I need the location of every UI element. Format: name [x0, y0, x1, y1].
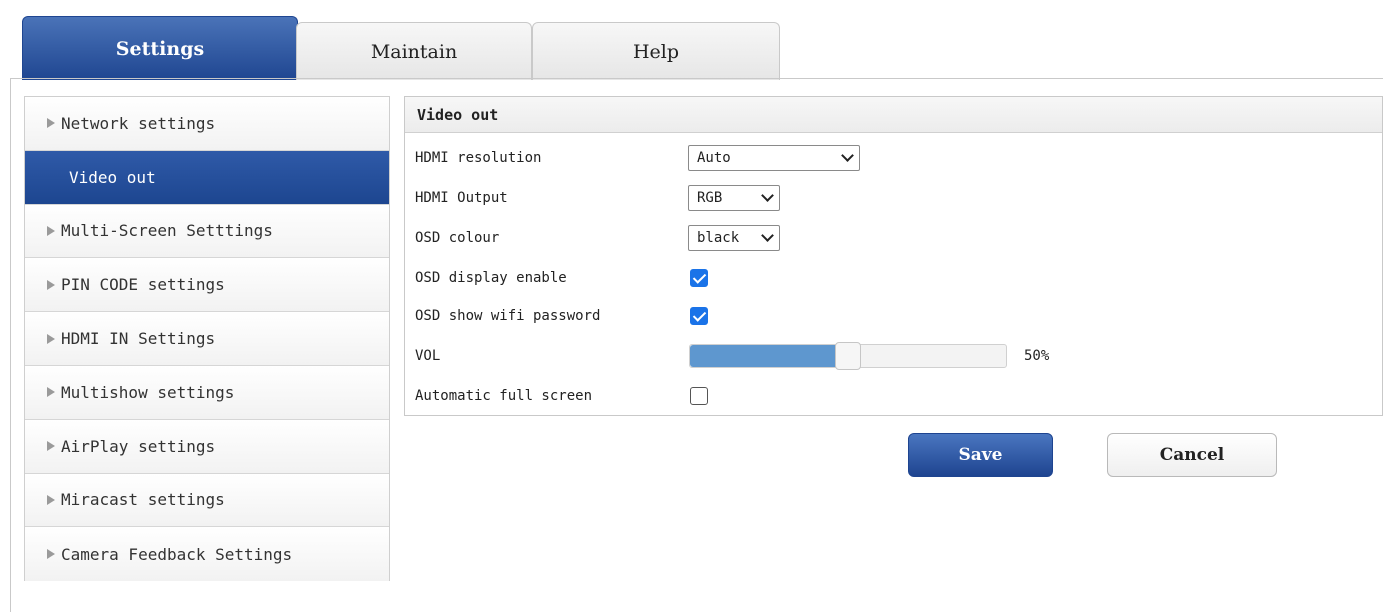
tab-bar: Settings Maintain Help [0, 0, 1383, 80]
sidebar-item-label: Miracast settings [61, 490, 225, 510]
osd-colour-select[interactable]: black [688, 225, 780, 251]
osd-show-wifi-password-checkbox[interactable] [690, 307, 708, 325]
hdmi-resolution-row: HDMI resolution Auto [405, 139, 1382, 177]
caret-right-icon [47, 387, 55, 398]
sidebar-item-network-settings[interactable]: Network settings [25, 97, 389, 151]
automatic-full-screen-row: Automatic full screen [405, 377, 1382, 415]
sidebar-item-multishow-settings[interactable]: Multishow settings [25, 365, 389, 420]
vol-row: VOL 50% [405, 337, 1382, 375]
tab-help[interactable]: Help [532, 22, 780, 80]
osd-display-enable-checkbox[interactable] [690, 269, 708, 287]
caret-right-icon [47, 549, 55, 560]
sidebar-item-miracast-settings[interactable]: Miracast settings [25, 473, 389, 528]
vol-slider-fill [690, 345, 848, 367]
sidebar-item-multi-screen-settings[interactable]: Multi-Screen Setttings [25, 204, 389, 259]
sidebar-item-camera-feedback-settings[interactable]: Camera Feedback Settings [25, 527, 389, 582]
osd-colour-value: black [697, 230, 740, 246]
save-button[interactable]: Save [908, 433, 1053, 477]
cancel-button[interactable]: Cancel [1107, 433, 1277, 477]
hdmi-output-row: HDMI Output RGB [405, 179, 1382, 217]
caret-right-icon [47, 494, 55, 505]
caret-right-icon [47, 225, 55, 236]
vol-slider[interactable] [689, 342, 1007, 370]
hdmi-resolution-select[interactable]: Auto [688, 145, 860, 171]
osd-show-wifi-password-label: OSD show wifi password [415, 308, 601, 324]
caret-right-icon [47, 333, 55, 344]
video-out-panel: Video out HDMI resolution Auto HDMI Outp… [404, 96, 1383, 416]
hdmi-output-value: RGB [697, 190, 723, 206]
caret-right-icon [47, 279, 55, 290]
tab-settings[interactable]: Settings [22, 16, 298, 80]
caret-right-icon [47, 441, 55, 452]
vol-value: 50% [1024, 348, 1050, 364]
sidebar-item-label: Multi-Screen Setttings [61, 221, 273, 241]
chevron-down-icon [761, 189, 774, 202]
sidebar-item-label: Camera Feedback Settings [61, 544, 293, 564]
panel-title: Video out [405, 97, 1382, 133]
osd-display-enable-label: OSD display enable [415, 270, 567, 286]
sidebar: Network settings Video out Multi-Screen … [24, 96, 390, 582]
osd-colour-row: OSD colour black [405, 219, 1382, 257]
sidebar-item-hdmi-in-settings[interactable]: HDMI IN Settings [25, 312, 389, 366]
hdmi-resolution-label: HDMI resolution [415, 150, 542, 166]
osd-display-enable-row: OSD display enable [405, 259, 1382, 297]
chevron-down-icon [841, 149, 854, 162]
sidebar-item-label: Video out [69, 167, 156, 187]
sidebar-item-label: Network settings [61, 113, 216, 133]
sidebar-item-label: Multishow settings [61, 382, 235, 402]
osd-show-wifi-password-row: OSD show wifi password [405, 297, 1382, 335]
caret-right-icon [47, 118, 55, 129]
sidebar-item-video-out[interactable]: Video out [25, 150, 389, 205]
hdmi-output-label: HDMI Output [415, 190, 508, 206]
sidebar-item-pin-code-settings[interactable]: PIN CODE settings [25, 258, 389, 313]
hdmi-resolution-value: Auto [697, 150, 731, 166]
sidebar-item-label: HDMI IN Settings [61, 329, 216, 349]
sidebar-item-airplay-settings[interactable]: AirPlay settings [25, 419, 389, 474]
vol-slider-handle[interactable] [835, 342, 861, 370]
sidebar-item-label: PIN CODE settings [61, 275, 225, 295]
automatic-full-screen-label: Automatic full screen [415, 388, 593, 404]
chevron-down-icon [761, 229, 774, 242]
tab-maintain[interactable]: Maintain [296, 22, 532, 80]
osd-colour-label: OSD colour [415, 230, 500, 246]
vol-label: VOL [415, 348, 441, 364]
automatic-full-screen-checkbox[interactable] [690, 387, 708, 405]
hdmi-output-select[interactable]: RGB [688, 185, 780, 211]
sidebar-item-label: AirPlay settings [61, 436, 216, 456]
